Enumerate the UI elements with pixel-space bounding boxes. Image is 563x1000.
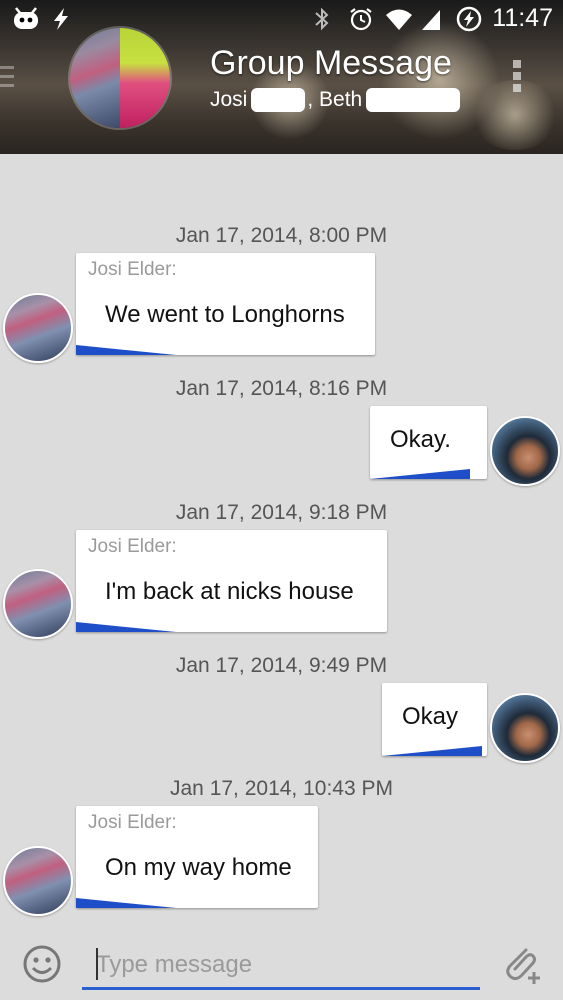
sender-name: Josi Elder: bbox=[88, 536, 177, 557]
drawer-menu-icon[interactable] bbox=[0, 66, 14, 88]
clock: 11:47 bbox=[492, 4, 553, 32]
sender-name: Josi Elder: bbox=[88, 812, 177, 833]
cyanogen-icon bbox=[12, 6, 38, 32]
conversation-members: Josi , Beth bbox=[210, 88, 461, 112]
cell-signal-icon bbox=[420, 6, 446, 32]
smiley-icon[interactable] bbox=[22, 944, 62, 984]
charging-bolt-icon bbox=[48, 6, 74, 32]
message-bubble-outgoing[interactable]: Okay. bbox=[370, 406, 487, 479]
conversation-header: 11:47 Group Message Josi , Beth bbox=[0, 0, 563, 154]
my-avatar[interactable] bbox=[490, 693, 560, 763]
battery-charging-icon bbox=[456, 6, 482, 32]
my-avatar[interactable] bbox=[490, 416, 560, 486]
sender-avatar[interactable] bbox=[3, 846, 73, 916]
sender-avatar[interactable] bbox=[3, 569, 73, 639]
message-timestamp: Jan 17, 2014, 9:18 PM bbox=[175, 501, 388, 524]
conversation-title: Group Message bbox=[210, 44, 452, 82]
bluetooth-icon bbox=[312, 6, 338, 32]
message-bubble-incoming[interactable]: Josi Elder: On my way home bbox=[76, 806, 318, 908]
text-cursor bbox=[96, 948, 98, 980]
message-text: We went to Longhorns bbox=[105, 301, 345, 328]
group-avatar[interactable] bbox=[68, 26, 172, 130]
redaction-box bbox=[366, 88, 461, 112]
message-text: On my way home bbox=[105, 854, 292, 881]
message-text: I'm back at nicks house bbox=[105, 578, 354, 605]
message-list[interactable]: Jan 17, 2014, 8:00 PM Josi Elder: We wen… bbox=[0, 154, 563, 930]
member-photo-josi bbox=[70, 28, 120, 128]
message-timestamp: Jan 17, 2014, 10:43 PM bbox=[170, 777, 393, 800]
sender-name: Josi Elder: bbox=[88, 259, 177, 280]
paperclip-plus-icon[interactable] bbox=[500, 942, 546, 988]
member-photo-beth bbox=[120, 28, 170, 128]
alarm-icon bbox=[348, 6, 374, 32]
composer-bar bbox=[0, 930, 563, 1000]
member-name: Josi bbox=[210, 88, 248, 111]
overflow-menu-icon[interactable] bbox=[513, 60, 523, 94]
redaction-box bbox=[251, 88, 306, 112]
bubble-accent bbox=[382, 746, 482, 756]
message-text: Okay. bbox=[390, 426, 451, 453]
message-timestamp: Jan 17, 2014, 8:16 PM bbox=[175, 377, 388, 400]
bubble-accent bbox=[370, 469, 470, 479]
message-text: Okay bbox=[402, 703, 459, 730]
sender-avatar[interactable] bbox=[3, 293, 73, 363]
message-timestamp: Jan 17, 2014, 9:49 PM bbox=[175, 654, 388, 677]
bubble-accent bbox=[76, 622, 176, 632]
bubble-accent bbox=[76, 345, 176, 355]
message-timestamp: Jan 17, 2014, 8:00 PM bbox=[175, 224, 388, 247]
wifi-icon bbox=[384, 6, 413, 32]
member-name: Beth bbox=[319, 88, 363, 111]
message-bubble-incoming[interactable]: Josi Elder: We went to Longhorns bbox=[76, 253, 375, 355]
bubble-accent bbox=[76, 898, 176, 908]
status-bar: 11:47 bbox=[0, 0, 563, 38]
message-input[interactable] bbox=[82, 942, 480, 990]
message-bubble-outgoing[interactable]: Okay bbox=[382, 683, 487, 756]
message-bubble-incoming[interactable]: Josi Elder: I'm back at nicks house bbox=[76, 530, 387, 632]
